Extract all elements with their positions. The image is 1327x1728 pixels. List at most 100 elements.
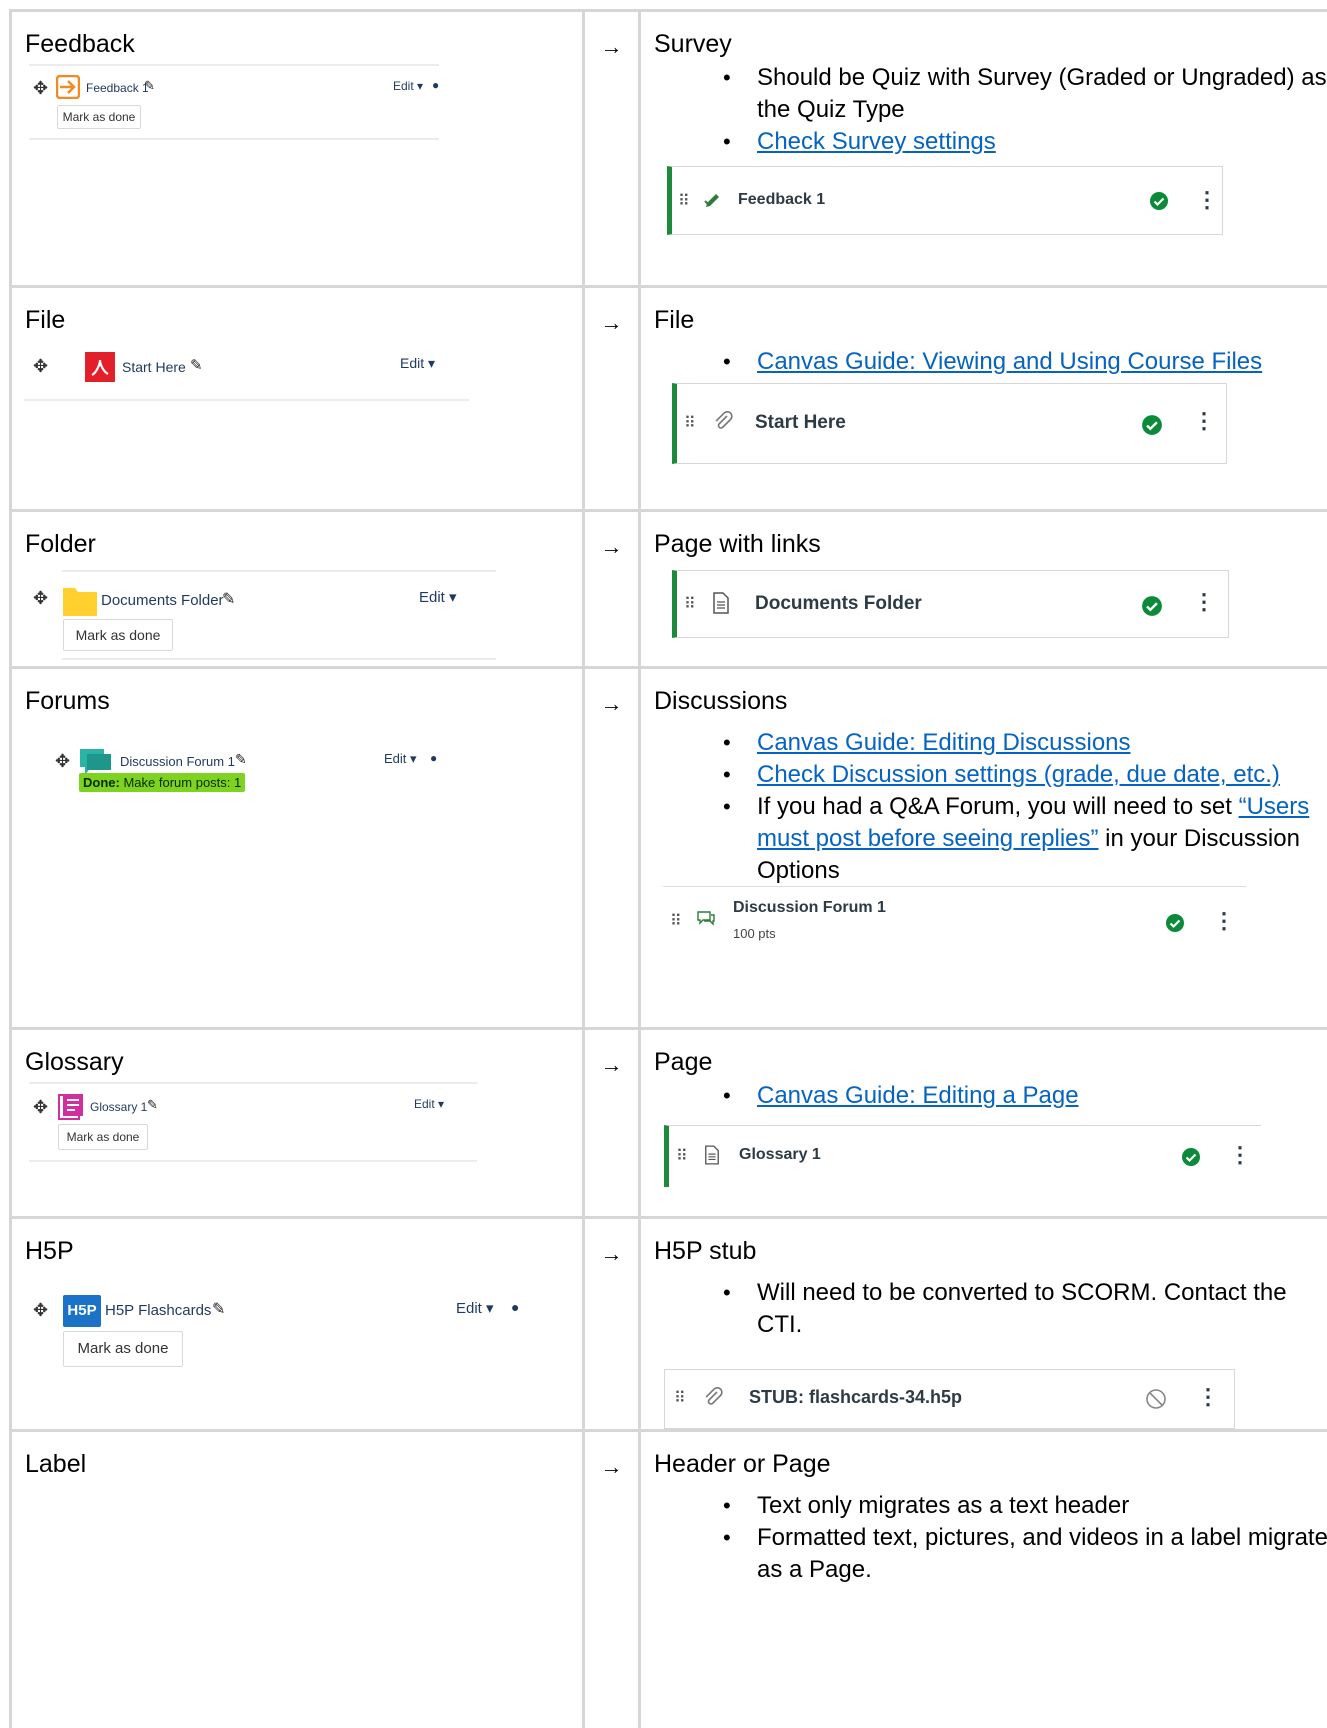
canvas-module-item[interactable]: ⠿ Start Here ⋮ (672, 383, 1227, 464)
canvas-cell: File Canvas Guide: Viewing and Using Cou… (638, 285, 1327, 512)
notes-list: Canvas Guide: Editing a Page (641, 1080, 1327, 1112)
course-files-guide-link[interactable]: Canvas Guide: Viewing and Using Course F… (757, 348, 1262, 375)
arrow: → (600, 691, 623, 716)
kebab-menu-icon[interactable]: ⋮ (1197, 1384, 1219, 1410)
canvas-item-title[interactable]: Start Here (755, 412, 846, 434)
edit-label: Edit (393, 79, 414, 93)
unpublished-icon[interactable] (1145, 1388, 1167, 1415)
pencil-icon[interactable]: ✎ (147, 1097, 158, 1113)
canvas-module-item[interactable]: ⠿ Documents Folder ⋮ (672, 570, 1229, 638)
kebab-menu-icon[interactable]: ⋮ (1229, 1142, 1251, 1168)
edit-menu[interactable]: Edit ▾ (456, 1299, 494, 1317)
table-row: Glossary ✥ Glossary 1 ✎ Edit ▾ Mark as d… (9, 1027, 1327, 1219)
completion-badge: Done: Make forum posts: 1 (79, 773, 246, 792)
user-icon: ● (432, 78, 440, 92)
arrow: → (600, 310, 623, 335)
pencil-icon[interactable]: ✎ (222, 589, 235, 609)
drag-handle-icon[interactable]: ⠿ (676, 1146, 688, 1166)
canvas-equivalent-heading: Discussions (654, 687, 788, 715)
kebab-menu-icon[interactable]: ⋮ (1213, 908, 1235, 934)
moodle-activity-heading: Feedback (25, 30, 135, 58)
move-icon[interactable]: ✥ (33, 588, 48, 609)
published-check-icon[interactable] (1165, 913, 1185, 938)
canvas-item-title[interactable]: STUB: flashcards-34.h5p (749, 1387, 962, 1408)
pencil-icon[interactable]: ✎ (235, 751, 247, 768)
moodle-cell: Label (9, 1429, 585, 1728)
canvas-module-item[interactable]: ⠿ STUB: flashcards-34.h5p ⋮ (664, 1369, 1235, 1429)
arrow-cell: → (582, 666, 641, 1030)
pencil-icon[interactable]: ✎ (212, 1299, 225, 1319)
drag-handle-icon[interactable]: ⠿ (678, 191, 690, 211)
activity-title[interactable]: H5P Flashcards (105, 1302, 211, 1319)
moodle-activity-heading: Folder (25, 530, 96, 558)
edit-label: Edit (456, 1300, 482, 1317)
list-item: Text only migrates as a text header (723, 1490, 1327, 1522)
kebab-menu-icon[interactable]: ⋮ (1196, 187, 1218, 213)
drag-handle-icon[interactable]: ⠿ (674, 1388, 686, 1408)
canvas-item-title[interactable]: Documents Folder (755, 593, 922, 615)
canvas-cell: Survey Should be Quiz with Survey (Grade… (638, 9, 1327, 288)
divider (62, 658, 496, 660)
document-page: Feedback ✥ Feedback 1 ✎ Edit ▾ ● Mark as… (0, 0, 1327, 1728)
discussion-settings-link[interactable]: Check Discussion settings (grade, due da… (757, 761, 1280, 788)
move-icon[interactable]: ✥ (33, 1097, 48, 1118)
divider (29, 138, 439, 140)
arrow-cell: → (582, 1027, 641, 1219)
notes-list: Canvas Guide: Editing Discussions Check … (641, 727, 1327, 887)
list-item: Should be Quiz with Survey (Graded or Un… (723, 62, 1327, 126)
arrow: → (600, 1241, 623, 1266)
editing-page-guide-link[interactable]: Canvas Guide: Editing a Page (757, 1082, 1079, 1109)
canvas-module-item[interactable]: ⠿ Glossary 1 ⋮ (664, 1125, 1261, 1187)
move-icon[interactable]: ✥ (33, 78, 48, 99)
move-icon[interactable]: ✥ (33, 1300, 48, 1321)
arrow: → (600, 1052, 623, 1077)
canvas-module-item[interactable]: ⠿ Discussion Forum 1 100 pts ⋮ (663, 886, 1246, 964)
survey-settings-link[interactable]: Check Survey settings (757, 128, 996, 155)
published-check-icon[interactable] (1149, 191, 1169, 216)
pencil-icon[interactable]: ✎ (144, 78, 155, 94)
edit-menu[interactable]: Edit ▾ (414, 1097, 444, 1111)
mark-as-done-button[interactable]: Mark as done (57, 105, 141, 129)
canvas-item-title[interactable]: Feedback 1 (738, 191, 825, 209)
list-item: Formatted text, pictures, and videos in … (723, 1522, 1327, 1586)
edit-menu[interactable]: Edit ▾ (400, 355, 435, 372)
edit-menu[interactable]: Edit ▾ (393, 79, 423, 93)
move-icon[interactable]: ✥ (55, 751, 70, 772)
list-item: Will need to be converted to SCORM. Cont… (723, 1277, 1327, 1341)
editing-discussions-guide-link[interactable]: Canvas Guide: Editing Discussions (757, 729, 1131, 756)
kebab-menu-icon[interactable]: ⋮ (1193, 408, 1215, 434)
attachment-icon (703, 1386, 723, 1414)
canvas-item-title[interactable]: Discussion Forum 1 (733, 899, 886, 917)
edit-menu[interactable]: Edit ▾ (419, 588, 457, 606)
edit-menu[interactable]: Edit ▾ (384, 751, 417, 767)
canvas-item-title[interactable]: Glossary 1 (739, 1146, 821, 1164)
published-check-icon[interactable] (1141, 595, 1163, 622)
activity-title[interactable]: Discussion Forum 1 (120, 754, 235, 769)
pencil-icon[interactable]: ✎ (190, 356, 203, 374)
mark-as-done-button[interactable]: Mark as done (63, 619, 173, 651)
drag-handle-icon[interactable]: ⠿ (684, 594, 696, 614)
activity-title[interactable]: Start Here (122, 359, 186, 375)
move-icon[interactable]: ✥ (33, 356, 48, 377)
drag-handle-icon[interactable]: ⠿ (684, 413, 696, 433)
h5p-icon: H5P (63, 1295, 101, 1327)
moodle-cell: Glossary ✥ Glossary 1 ✎ Edit ▾ Mark as d… (9, 1027, 585, 1219)
edit-label: Edit (384, 751, 407, 766)
list-item: Canvas Guide: Editing Discussions (723, 727, 1327, 759)
published-check-icon[interactable] (1141, 414, 1163, 441)
kebab-menu-icon[interactable]: ⋮ (1193, 589, 1215, 615)
activity-title[interactable]: Feedback 1 (86, 81, 149, 95)
mark-as-done-button[interactable]: Mark as done (58, 1124, 148, 1150)
activity-title[interactable]: Glossary 1 (90, 1100, 147, 1114)
canvas-equivalent-heading: File (654, 306, 695, 334)
canvas-module-item[interactable]: ⠿ Feedback 1 ⋮ (667, 166, 1223, 235)
edit-label: Edit (419, 589, 445, 606)
done-label: Done: (83, 775, 120, 790)
moodle-activity-heading: File (25, 306, 66, 334)
mark-as-done-button[interactable]: Mark as done (63, 1331, 183, 1367)
published-check-icon[interactable] (1181, 1147, 1201, 1172)
drag-handle-icon[interactable]: ⠿ (670, 911, 682, 931)
note-text: If you had a Q&A Forum, you will need to… (757, 793, 1239, 820)
activity-title[interactable]: Documents Folder (101, 592, 224, 609)
attachment-icon (713, 410, 733, 438)
